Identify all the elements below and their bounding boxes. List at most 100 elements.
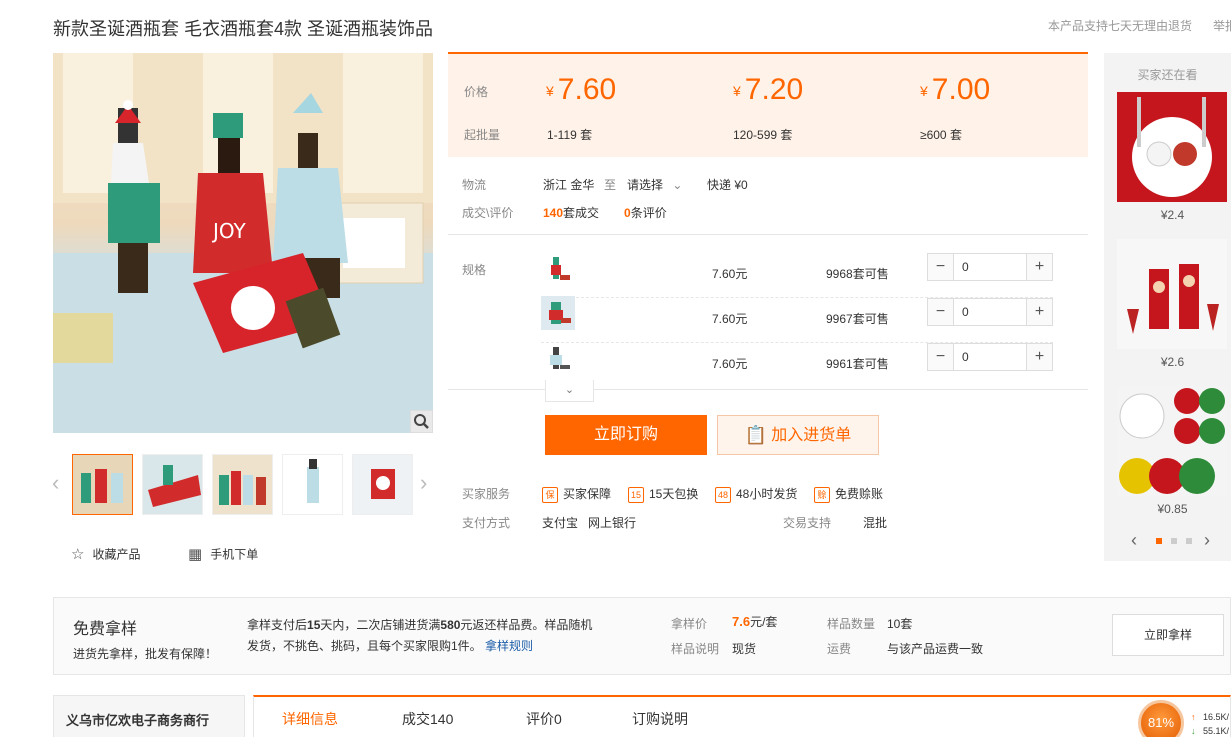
return-policy-note: 本产品支持七天无理由退货 [1048, 19, 1193, 33]
quantity-input[interactable]: 0 [962, 260, 969, 274]
spec-price: 7.60元 [712, 267, 748, 281]
add-to-cart-button[interactable]: 📋 加入进货单 [717, 415, 879, 455]
download-speed: 55.1K/ [1203, 726, 1230, 736]
mobile-order-button[interactable]: ▦ 手机下单 [188, 545, 258, 563]
buy-now-button[interactable]: 立即订购 [545, 415, 707, 455]
quantity-input[interactable]: 0 [962, 305, 969, 319]
upload-speed: 16.5K/ [1203, 712, 1230, 722]
detail-tabs [253, 695, 1231, 737]
pager-dot-active[interactable] [1156, 538, 1162, 544]
sample-note-label: 样品说明 [671, 642, 720, 656]
ship-to-select[interactable]: 请选择 ⌄ [627, 176, 682, 193]
ship-to-word: 至 [604, 178, 617, 192]
ship-from: 浙江 金华 [543, 178, 595, 192]
sample-title: 免费拿样 [73, 621, 138, 638]
thumbnail-2[interactable] [142, 454, 203, 515]
divider [448, 234, 1088, 235]
spec-row: 7.60元 9968套可售 − 0 + [541, 253, 1053, 298]
trade-support-label: 交易支持 [783, 516, 832, 530]
spec-thumbnail[interactable] [541, 253, 575, 287]
plus-button[interactable]: + [1026, 254, 1052, 280]
tab-reviews[interactable]: 评价0 [526, 709, 562, 729]
quantity-stepper: − 0 + [927, 343, 1053, 371]
pager-dot[interactable] [1171, 538, 1177, 544]
service-item[interactable]: 赊免费赊账 [814, 485, 883, 503]
favorite-button[interactable]: ☆ 收藏产品 [71, 545, 140, 563]
payment-bank: 网上银行 [588, 516, 637, 530]
express-fee: 快递 ¥0 [707, 178, 748, 192]
credit-icon: 赊 [814, 486, 830, 503]
wine-bottle-sweaters-photo: JOY [53, 53, 433, 433]
quantity-stepper: − 0 + [927, 253, 1053, 281]
tier-range-3: ≥600 套 [920, 128, 962, 142]
recommend-item-image[interactable] [1117, 239, 1227, 349]
thumb-prev-icon[interactable]: ‹ [52, 470, 59, 496]
spec-row: 7.60元 9967套可售 − 0 + [541, 296, 1053, 343]
service-item[interactable]: 15 15天包换 [628, 485, 698, 503]
payment-label: 支付方式 [462, 516, 511, 530]
price-label: 价格 [464, 85, 489, 99]
plus-button[interactable]: + [1026, 299, 1052, 325]
clipboard-icon: 📋 [744, 425, 768, 445]
sample-shipping-label: 运费 [827, 642, 852, 656]
sample-rules-link[interactable]: 拿样规则 [485, 639, 533, 653]
spec-thumbnail[interactable] [541, 343, 575, 377]
logistics-label: 物流 [462, 178, 487, 192]
deals-label: 成交\评价 [462, 206, 514, 220]
tab-order-notes[interactable]: 订购说明 [632, 709, 688, 729]
service-item[interactable]: 48 48小时发货 [715, 485, 797, 503]
qrcode-icon: ▦ [188, 546, 203, 563]
sample-subtitle: 进货先拿样，批发有保障！ [73, 647, 218, 661]
deals-reviews[interactable]: 0条评价 [624, 204, 667, 221]
sample-price: 7.6元/套 [732, 614, 778, 629]
product-title: 新款圣诞酒瓶套 毛衣酒瓶套4款 圣诞酒瓶装饰品 [53, 19, 434, 39]
recommend-item-image[interactable] [1117, 92, 1227, 202]
quantity-input[interactable]: 0 [962, 350, 969, 364]
upload-arrow-icon: ↑ [1191, 712, 1196, 722]
magnifier-icon [414, 414, 429, 429]
deals-sold[interactable]: 140套成交 [543, 204, 599, 221]
sample-note: 现货 [732, 642, 757, 656]
recommend-next-icon[interactable]: › [1204, 530, 1210, 551]
get-sample-button[interactable]: 立即拿样 [1112, 614, 1224, 656]
report-link[interactable]: 举报 [1213, 17, 1231, 34]
recommend-price: ¥2.4 [1160, 208, 1185, 222]
minus-button[interactable]: − [928, 344, 954, 370]
tier-price-2: ¥7.20 [733, 73, 804, 106]
spec-stock: 9961套可售 [826, 357, 889, 371]
chevron-down-icon: ⌄ [672, 178, 683, 192]
shop-name[interactable]: 义乌市亿欢电子商务商行 [66, 710, 209, 729]
recommend-item-image[interactable] [1117, 386, 1227, 496]
zoom-button[interactable] [410, 410, 433, 433]
star-icon: ☆ [71, 546, 85, 563]
thumb-next-icon[interactable]: › [420, 470, 427, 496]
tab-transactions[interactable]: 成交140 [402, 709, 453, 729]
spec-row: 7.60元 9961套可售 − 0 + [541, 343, 1053, 388]
minus-button[interactable]: − [928, 254, 954, 280]
spec-price: 7.60元 [712, 312, 748, 326]
sample-qty-label: 样品数量 [827, 617, 876, 631]
recommend-prev-icon[interactable]: ‹ [1131, 530, 1137, 551]
spec-stock: 9967套可售 [826, 312, 889, 326]
thumbnail-5[interactable] [352, 454, 413, 515]
plus-button[interactable]: + [1026, 344, 1052, 370]
pager-dot[interactable] [1186, 538, 1192, 544]
thumbnail-1[interactable] [72, 454, 133, 515]
expand-specs-button[interactable]: ⌄ [545, 380, 594, 402]
spec-label: 规格 [462, 263, 487, 277]
tier-range-1: 1-119 套 [547, 128, 593, 142]
thumbnail-3[interactable] [212, 454, 273, 515]
thumbnail-4[interactable] [282, 454, 343, 515]
divider [448, 389, 1088, 390]
spec-thumbnail[interactable] [541, 296, 575, 330]
calendar-15-icon: 15 [628, 486, 644, 503]
quantity-stepper: − 0 + [927, 298, 1053, 326]
recommend-price: ¥2.6 [1160, 355, 1185, 369]
minus-button[interactable]: − [928, 299, 954, 325]
payment-alipay: 支付宝 [542, 516, 579, 530]
main-product-image[interactable]: JOY [53, 53, 433, 433]
tab-details[interactable]: 详细信息 [282, 709, 338, 729]
sample-price-label: 拿样价 [671, 617, 708, 631]
spec-price: 7.60元 [712, 357, 748, 371]
service-item[interactable]: 保买家保障 [542, 485, 611, 503]
